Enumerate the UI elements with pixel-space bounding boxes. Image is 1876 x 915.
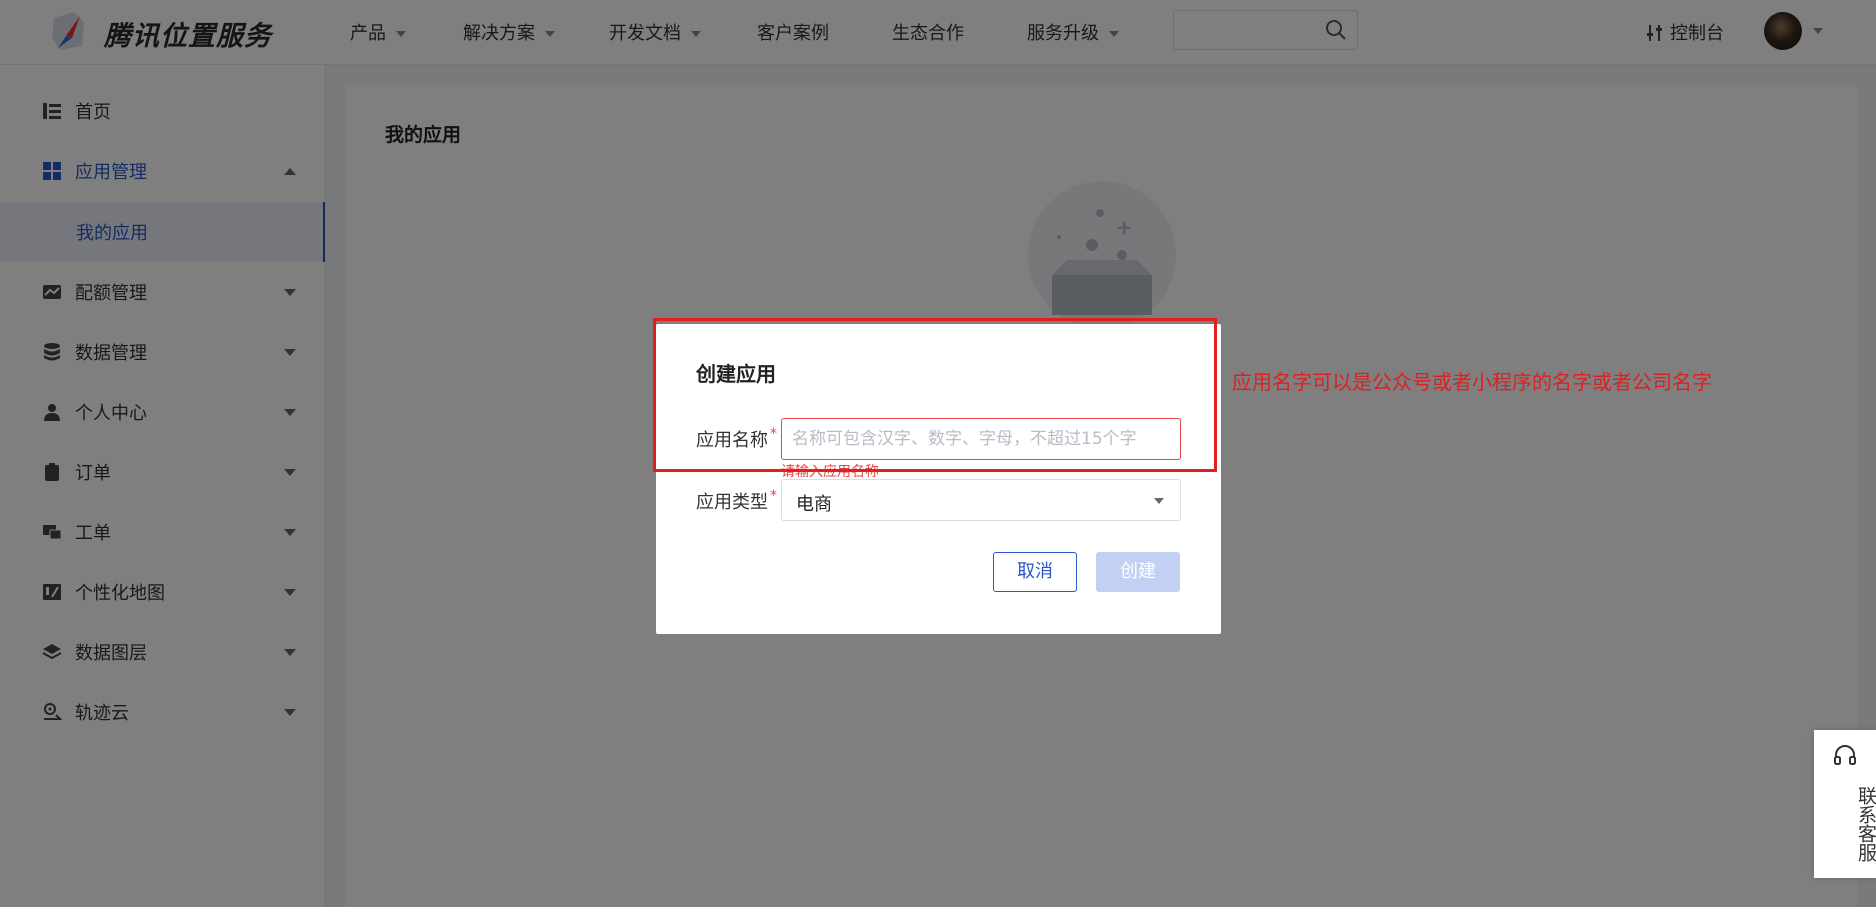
contact-support-button[interactable]: 联系客服: [1814, 730, 1876, 878]
annotation-text: 应用名字可以是公众号或者小程序的名字或者公司名字: [1232, 370, 1712, 394]
headset-icon: [1834, 745, 1856, 765]
required-mark: *: [770, 488, 777, 504]
create-button[interactable]: 创建: [1096, 552, 1180, 592]
cancel-button[interactable]: 取消: [993, 552, 1077, 592]
app-type-value: 电商: [796, 494, 832, 515]
contact-support-label: 联系客服: [1855, 786, 1876, 862]
app-type-select[interactable]: 电商: [781, 479, 1181, 521]
app-type-label: 应用类型 *: [696, 488, 777, 514]
app-type-label-text: 应用类型: [696, 492, 768, 513]
chevron-down-icon: [1154, 498, 1164, 504]
annotation-highlight-box: [653, 318, 1217, 472]
